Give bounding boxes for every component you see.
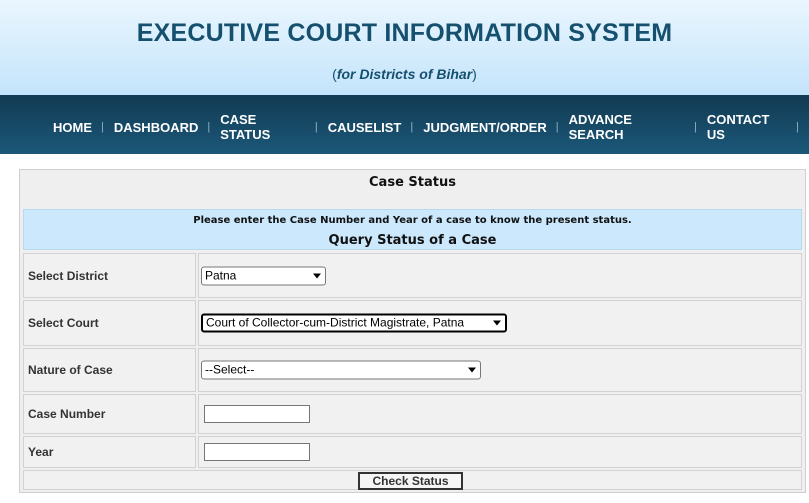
year-input-cell xyxy=(198,436,802,468)
court-select-value: Court of Collector-cum-District Magistra… xyxy=(206,315,465,330)
nav-link-judgment[interactable]: JUDGMENT/ORDER xyxy=(423,120,547,135)
query-heading: Query Status of a Case xyxy=(328,233,497,248)
district-label-cell: Select District xyxy=(23,253,196,298)
nature-select-value: --Select-- xyxy=(205,362,255,377)
nav-link-case-status[interactable]: CASE STATUS xyxy=(220,112,306,142)
main-nav: HOME | DASHBOARD | CASE STATUS | CAUSELIST |… xyxy=(0,95,809,154)
site-subtitle: (for Districts of Bihar) xyxy=(332,66,477,82)
nav-item-causelist[interactable]: CAUSELIST | xyxy=(328,120,424,135)
nav-item-home[interactable]: HOME | xyxy=(53,120,114,135)
chevron-down-icon xyxy=(313,273,321,278)
nature-input-cell: --Select-- xyxy=(198,348,802,392)
nature-label-cell: Nature of Case xyxy=(23,348,196,392)
chevron-down-icon xyxy=(493,320,501,326)
case-number-input-cell xyxy=(198,394,802,434)
district-input-cell: Patna xyxy=(198,253,802,298)
case-number-label: Case Number xyxy=(28,407,106,421)
nav-item-advance-search[interactable]: ADVANCE SEARCH | xyxy=(569,112,707,142)
nav-separator: | xyxy=(796,121,799,133)
site-title: EXECUTIVE COURT INFORMATION SYSTEM xyxy=(136,19,673,47)
court-row: Select Court Court of Collector-cum-Dist… xyxy=(23,300,802,346)
nav-separator: | xyxy=(314,121,318,133)
case-status-panel: Case Status Please enter the Case Number… xyxy=(19,169,806,493)
district-select-value: Patna xyxy=(205,268,237,282)
district-select[interactable]: Patna xyxy=(201,266,326,285)
info-message: Please enter the Case Number and Year of… xyxy=(193,215,632,226)
case-number-input[interactable] xyxy=(204,405,310,423)
submit-row: Check Status xyxy=(23,470,802,490)
year-row: Year xyxy=(23,436,802,468)
nav-link-home[interactable]: HOME xyxy=(53,120,92,135)
nav-separator: | xyxy=(101,121,104,133)
nav-separator: | xyxy=(207,121,211,133)
court-select[interactable]: Court of Collector-cum-District Magistra… xyxy=(201,313,507,333)
nav-item-dashboard[interactable]: DASHBOARD | xyxy=(114,120,220,135)
nav-link-advance-search[interactable]: ADVANCE SEARCH xyxy=(569,112,685,142)
nature-row: Nature of Case --Select-- xyxy=(23,348,802,392)
chevron-down-icon xyxy=(468,367,476,373)
check-status-button[interactable]: Check Status xyxy=(358,472,463,490)
nav-separator: | xyxy=(555,121,559,133)
court-input-cell: Court of Collector-cum-District Magistra… xyxy=(198,300,802,346)
nav-item-judgment[interactable]: JUDGMENT/ORDER | xyxy=(423,120,568,135)
nature-select[interactable]: --Select-- xyxy=(201,360,481,380)
nav-link-causelist[interactable]: CAUSELIST xyxy=(328,120,402,135)
nav-separator: | xyxy=(410,121,414,133)
site-header: EXECUTIVE COURT INFORMATION SYSTEM (for … xyxy=(0,0,809,95)
court-label-cell: Select Court xyxy=(23,300,196,346)
info-box: Please enter the Case Number and Year of… xyxy=(23,209,802,250)
year-label-cell: Year xyxy=(23,436,196,468)
case-number-row: Case Number xyxy=(23,394,802,434)
district-label: Select District xyxy=(28,268,109,283)
nav-item-contact[interactable]: CONTACT US | xyxy=(707,112,809,142)
district-row: Select District Patna xyxy=(23,253,802,298)
site-subtitle-text: for Districts of Bihar xyxy=(336,66,473,82)
nav-link-dashboard[interactable]: DASHBOARD xyxy=(114,120,199,135)
year-input[interactable] xyxy=(204,443,310,461)
panel-title: Case Status xyxy=(369,175,456,190)
nav-link-contact[interactable]: CONTACT US xyxy=(707,112,787,142)
case-number-label-cell: Case Number xyxy=(23,394,196,434)
year-label: Year xyxy=(28,445,54,459)
nav-item-case-status[interactable]: CASE STATUS | xyxy=(220,112,327,142)
nature-label: Nature of Case xyxy=(28,363,113,377)
nav-separator: | xyxy=(694,121,697,133)
court-label: Select Court xyxy=(28,316,99,330)
